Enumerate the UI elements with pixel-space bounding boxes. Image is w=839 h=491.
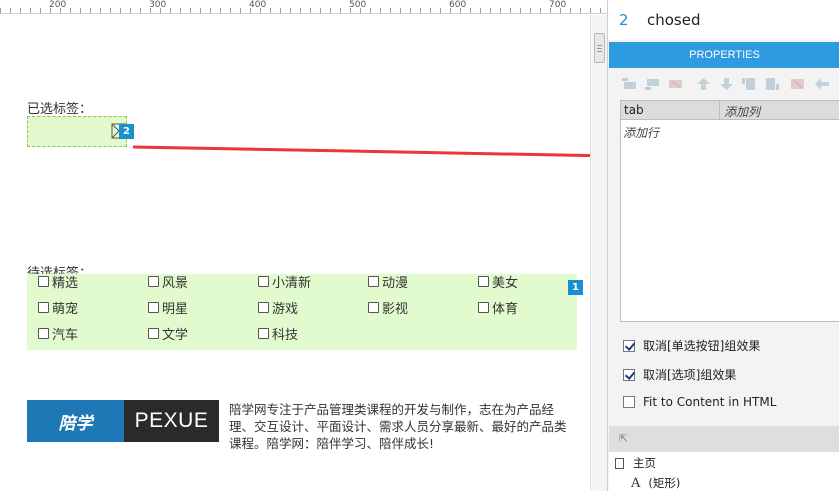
- outline-shape-item[interactable]: A (矩形): [631, 475, 680, 491]
- tag-checkbox[interactable]: [148, 302, 159, 313]
- move-down-icon[interactable]: [719, 78, 734, 90]
- tag-checkbox[interactable]: [368, 276, 379, 287]
- option-label: 取消[单选按钮]组效果: [643, 339, 761, 353]
- inspector-panel: 2 chosed PROPERTIES tab 添加列 添加行 取消[单选按钮]…: [607, 0, 839, 491]
- tag-option[interactable]: 动漫: [368, 272, 408, 291]
- insert-column-right-icon[interactable]: [765, 78, 780, 90]
- tag-checkbox[interactable]: [148, 328, 159, 339]
- ruler-label: 500: [349, 0, 367, 10]
- tag-checkbox[interactable]: [38, 328, 49, 339]
- option-fit-to-content[interactable]: Fit to Content in HTML: [623, 395, 776, 409]
- widget-title: 2 chosed: [608, 0, 839, 40]
- canvas-scrollbar[interactable]: [590, 15, 607, 491]
- tag-checkbox[interactable]: [478, 276, 489, 287]
- candidate-badge: 1: [568, 280, 583, 295]
- tab-properties[interactable]: PROPERTIES: [609, 42, 839, 68]
- delete-column-icon[interactable]: [790, 78, 805, 90]
- widget-name[interactable]: chosed: [647, 11, 701, 29]
- collapse-arrow-icon[interactable]: ⇱: [619, 432, 628, 445]
- candidate-tags-panel[interactable]: 精选 风景 小清新 动漫 美女萌宠 明星 游戏 影视 体育汽车 文学 科技: [27, 274, 577, 350]
- outline-toolbar: ⇱: [609, 426, 839, 452]
- tag-option[interactable]: 汽车: [38, 324, 78, 343]
- tag-label: 小清新: [272, 276, 312, 291]
- tag-label: 动漫: [382, 276, 409, 291]
- tag-checkbox[interactable]: [258, 328, 269, 339]
- tag-checkbox[interactable]: [258, 302, 269, 313]
- tag-option[interactable]: 小清新: [258, 272, 311, 291]
- outline-page-item[interactable]: 主页: [615, 455, 656, 471]
- ruler: 200 300 400 500 600 700: [0, 0, 607, 14]
- tag-option[interactable]: 游戏: [258, 298, 298, 317]
- option-label: Fit to Content in HTML: [643, 395, 777, 409]
- ruler-label: 600: [449, 0, 467, 10]
- tag-option[interactable]: 精选: [38, 272, 78, 291]
- tag-option[interactable]: 体育: [478, 298, 518, 317]
- move-left-icon[interactable]: [815, 78, 830, 90]
- move-up-icon[interactable]: [696, 78, 711, 90]
- site-description: 陪学网专注于产品管理类课程的开发与制作，志在为产品经理、交互设计、平面设计、需求…: [229, 402, 567, 451]
- selected-badge: 2: [119, 124, 134, 139]
- pexue-logo: 陪学 PEXUE: [27, 400, 219, 442]
- ruler-label: 300: [149, 0, 167, 10]
- option-label: 取消[选项]组效果: [643, 368, 737, 382]
- insert-column-left-icon[interactable]: [742, 78, 757, 90]
- tag-label: 游戏: [272, 302, 299, 317]
- outline-tree: 主页 A (矩形): [609, 452, 839, 491]
- tag-option[interactable]: 美女: [478, 272, 518, 291]
- selected-tags-label: 已选标签：: [27, 102, 93, 117]
- tag-option[interactable]: 明星: [148, 298, 188, 317]
- checkbox-fit-to-content[interactable]: [623, 396, 635, 408]
- tag-label: 风景: [162, 276, 189, 291]
- tag-option[interactable]: 影视: [368, 298, 408, 317]
- tag-label: 影视: [382, 302, 409, 317]
- grid-toolbar: [608, 70, 839, 98]
- tag-option[interactable]: 风景: [148, 272, 188, 291]
- tag-label: 科技: [272, 328, 299, 343]
- tab-data-grid[interactable]: tab 添加列 添加行: [620, 100, 839, 322]
- tag-label: 文学: [162, 328, 189, 343]
- logo-right: PEXUE: [124, 400, 219, 442]
- tag-option[interactable]: 文学: [148, 324, 188, 343]
- tag-option[interactable]: 科技: [258, 324, 298, 343]
- tag-label: 美女: [492, 276, 519, 291]
- outline-page-label: 主页: [633, 456, 656, 470]
- ruler-label: 200: [49, 0, 67, 10]
- option-cancel-choice-group[interactable]: 取消[选项]组效果: [623, 366, 736, 383]
- insert-row-below-icon[interactable]: [645, 78, 660, 90]
- tag-label: 明星: [162, 302, 189, 317]
- tag-checkbox[interactable]: [478, 302, 489, 313]
- tag-label: 精选: [52, 276, 79, 291]
- checkbox-cancel-choice-group[interactable]: [623, 368, 635, 381]
- page-icon: [615, 457, 624, 469]
- option-cancel-radio-group[interactable]: 取消[单选按钮]组效果: [623, 337, 760, 354]
- checkbox-cancel-radio-group[interactable]: [623, 339, 635, 352]
- logo-left: 陪学: [27, 400, 124, 442]
- tag-label: 萌宠: [52, 302, 79, 317]
- delete-row-icon[interactable]: [668, 78, 683, 90]
- text-shape-icon: A: [631, 475, 641, 491]
- tag-label: 汽车: [52, 328, 79, 343]
- widget-number: 2: [619, 11, 629, 29]
- selected-tags-box[interactable]: [27, 116, 127, 147]
- tag-checkbox[interactable]: [148, 276, 159, 287]
- tag-option[interactable]: 萌宠: [38, 298, 78, 317]
- tag-label: 体育: [492, 302, 519, 317]
- tag-checkbox[interactable]: [38, 276, 49, 287]
- scroll-thumb[interactable]: [594, 33, 605, 63]
- grid-add-row[interactable]: 添加行: [623, 124, 659, 141]
- ruler-label: 700: [549, 0, 567, 10]
- insert-row-above-icon[interactable]: [622, 78, 637, 90]
- outline-shape-label: (矩形): [648, 476, 681, 490]
- tag-checkbox[interactable]: [38, 302, 49, 313]
- grid-add-column[interactable]: 添加列: [724, 103, 760, 120]
- tag-checkbox[interactable]: [258, 276, 269, 287]
- ruler-label: 400: [249, 0, 267, 10]
- grid-header: tab 添加列: [621, 101, 839, 120]
- tag-checkbox[interactable]: [368, 302, 379, 313]
- grid-column-tab[interactable]: tab: [624, 103, 644, 117]
